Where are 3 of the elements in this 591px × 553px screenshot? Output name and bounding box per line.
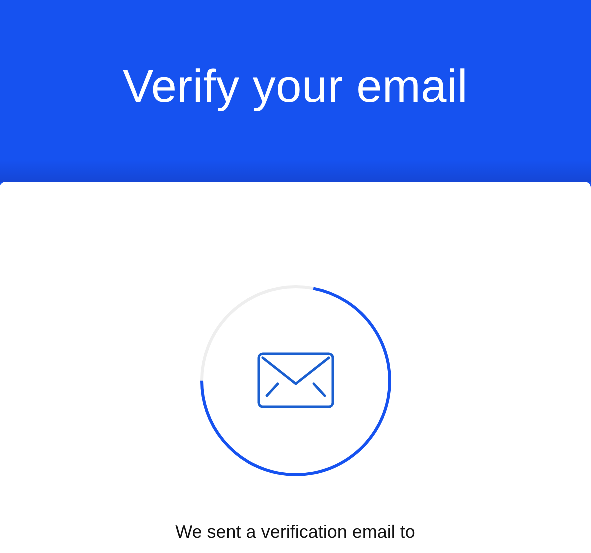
page-title: Verify your email (122, 59, 468, 113)
verification-message: We sent a verification email to (176, 522, 416, 543)
envelope-icon (257, 352, 334, 408)
